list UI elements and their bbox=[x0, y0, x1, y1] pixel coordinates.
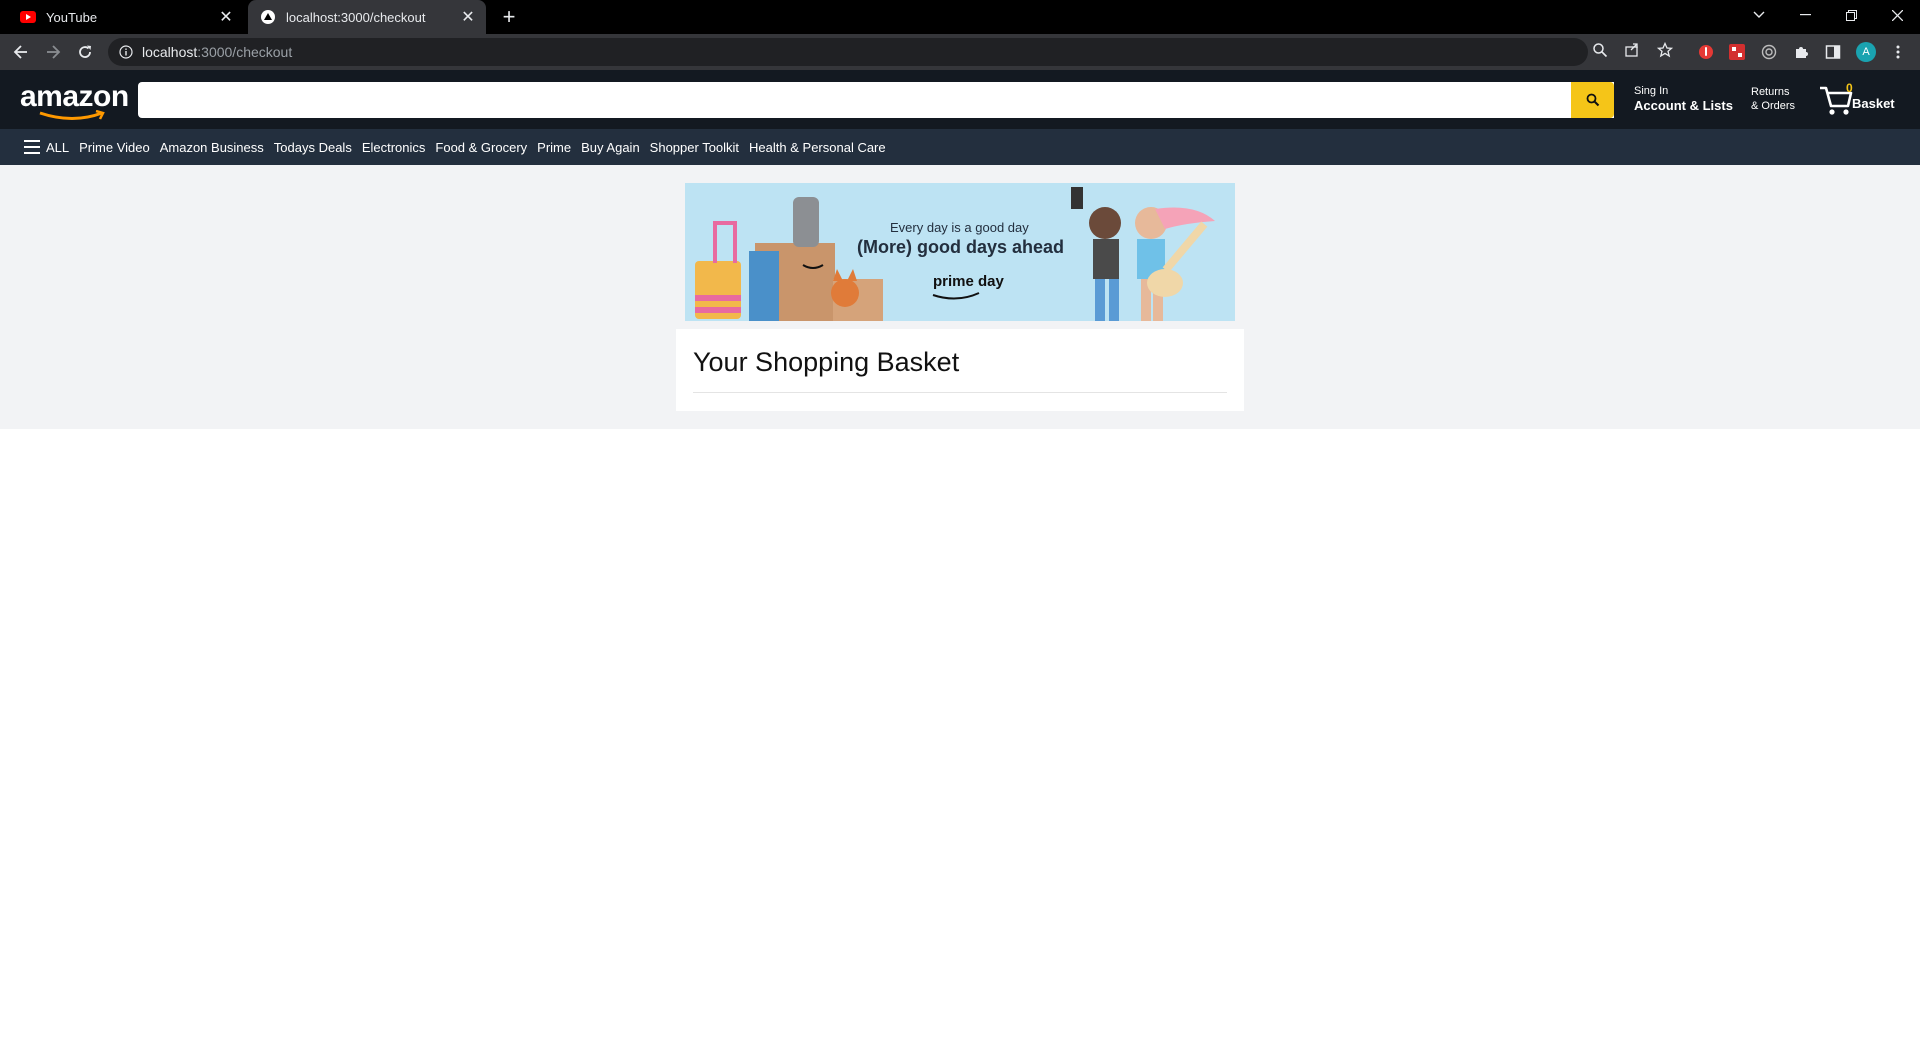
info-icon[interactable] bbox=[118, 44, 134, 60]
nav-item-todays-deals[interactable]: Todays Deals bbox=[274, 140, 352, 155]
forward-arrow-icon[interactable] bbox=[41, 40, 65, 64]
extension-target-icon[interactable] bbox=[1759, 42, 1779, 62]
extension-red-icon[interactable] bbox=[1696, 42, 1716, 62]
extension-grid-icon[interactable] bbox=[1727, 42, 1747, 62]
close-icon[interactable]: ✕ bbox=[458, 7, 478, 27]
extensions-puzzle-icon[interactable] bbox=[1791, 42, 1811, 62]
basket-label[interactable]: Basket bbox=[1852, 96, 1895, 111]
url-text: localhost:3000/checkout bbox=[142, 44, 292, 60]
nav-item-prime[interactable]: Prime bbox=[537, 140, 571, 155]
new-tab-button[interactable]: + bbox=[496, 4, 522, 29]
browser-toolbar: localhost:3000/checkout bbox=[0, 34, 1920, 70]
tab-checkout[interactable]: localhost:3000/checkout ✕ bbox=[248, 0, 486, 34]
minimize-icon[interactable] bbox=[1782, 0, 1828, 30]
sub-nav: ALL Prime Video Amazon Business Todays D… bbox=[0, 129, 1920, 165]
nav-item-amazon-business[interactable]: Amazon Business bbox=[160, 140, 264, 155]
returns-label: Returns bbox=[1751, 86, 1790, 98]
tab-search-icon[interactable] bbox=[1736, 0, 1782, 30]
tab-title: YouTube bbox=[46, 9, 98, 25]
tab-title: localhost:3000/checkout bbox=[286, 9, 426, 25]
youtube-icon bbox=[20, 9, 36, 25]
divider bbox=[693, 392, 1227, 393]
share-icon[interactable] bbox=[1622, 40, 1642, 60]
checkout-card: Your Shopping Basket bbox=[676, 329, 1244, 411]
nav-item-prime-video[interactable]: Prime Video bbox=[79, 140, 150, 155]
reload-icon[interactable] bbox=[73, 40, 97, 64]
side-panel-icon[interactable] bbox=[1823, 42, 1843, 62]
account-menu[interactable]: Sing In Account & Lists bbox=[1634, 84, 1733, 114]
close-window-icon[interactable] bbox=[1874, 0, 1920, 30]
close-icon[interactable]: ✕ bbox=[216, 7, 236, 27]
tab-youtube[interactable]: YouTube ✕ bbox=[8, 0, 244, 34]
banner-tagline: Every day is a good day bbox=[890, 220, 1029, 235]
sign-in-label: Sing In bbox=[1634, 85, 1669, 97]
returns-orders[interactable]: Returns & Orders bbox=[1751, 85, 1795, 113]
nav-item-electronics[interactable]: Electronics bbox=[362, 140, 426, 155]
smile-arrow-icon bbox=[39, 110, 105, 120]
prime-day-banner[interactable]: Every day is a good day (More) good days… bbox=[685, 183, 1235, 321]
bookmark-star-icon[interactable] bbox=[1655, 40, 1675, 60]
orders-label: & Orders bbox=[1751, 100, 1796, 112]
search-icon bbox=[1586, 93, 1599, 107]
search-button[interactable] bbox=[1571, 82, 1614, 118]
nav-item-health[interactable]: Health & Personal Care bbox=[749, 140, 886, 155]
basket-count: 0 bbox=[1846, 81, 1853, 95]
prime-day-logo: prime day bbox=[933, 273, 1004, 290]
all-menu-button[interactable]: ALL bbox=[24, 140, 69, 155]
all-label: ALL bbox=[46, 139, 70, 155]
profile-avatar[interactable]: A bbox=[1856, 42, 1876, 62]
address-bar[interactable]: localhost:3000/checkout bbox=[108, 38, 1588, 66]
restore-icon[interactable] bbox=[1828, 0, 1874, 30]
banner-headline: (More) good days ahead bbox=[857, 237, 1065, 257]
kebab-menu-icon[interactable] bbox=[1888, 42, 1908, 62]
zoom-icon[interactable] bbox=[1590, 40, 1610, 60]
page-title: Your Shopping Basket bbox=[693, 347, 960, 377]
url-path: :3000/checkout bbox=[197, 44, 293, 60]
logo-text: amazon bbox=[20, 80, 129, 113]
browser-tab-bar: YouTube ✕ localhost:3000/checkout ✕ + bbox=[0, 0, 1920, 34]
back-arrow-icon[interactable] bbox=[9, 40, 33, 64]
nav-item-shopper-toolkit[interactable]: Shopper Toolkit bbox=[650, 140, 739, 155]
site-header: amazon Sing In Account & Lists Returns &… bbox=[0, 70, 1920, 129]
amazon-logo[interactable]: amazon bbox=[20, 80, 129, 120]
url-host: localhost bbox=[142, 44, 198, 60]
nav-item-food-grocery[interactable]: Food & Grocery bbox=[435, 140, 527, 155]
triangle-icon bbox=[260, 9, 276, 25]
nav-item-buy-again[interactable]: Buy Again bbox=[581, 140, 640, 155]
profile-initial: A bbox=[1862, 46, 1870, 58]
account-lists-label: Account & Lists bbox=[1634, 98, 1733, 113]
search-input[interactable] bbox=[138, 82, 1614, 118]
hamburger-icon bbox=[24, 140, 40, 154]
